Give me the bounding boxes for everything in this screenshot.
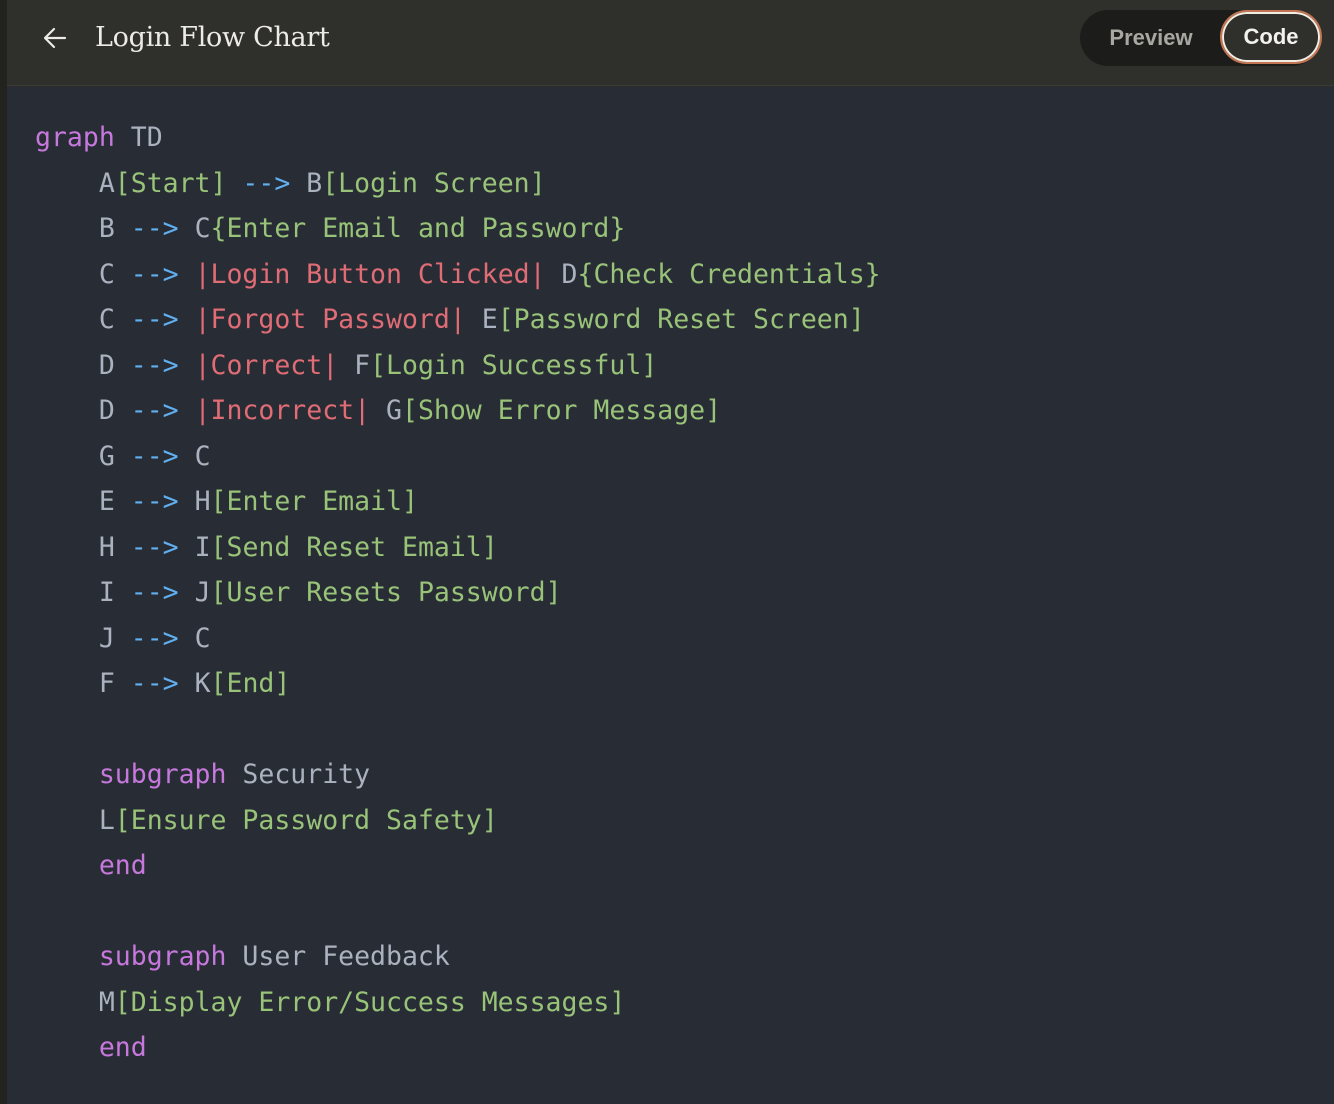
code-token-arrow: -->	[114, 440, 195, 472]
app-window: Login Flow Chart Preview Code graph TD A…	[0, 0, 1334, 1104]
code-token-arrow: -->	[114, 668, 195, 699]
window-edge	[0, 0, 7, 1104]
code-token-id: F	[338, 349, 371, 381]
code-token-arrow: -->	[114, 304, 195, 335]
code-token-id: E	[35, 486, 115, 517]
code-token-arrow: -->	[114, 395, 195, 426]
code-token-id: D	[35, 349, 115, 381]
code-line: H --> I[Send Reset Email]	[35, 525, 881, 571]
code-line: D --> |Correct| F[Login Successful]	[35, 343, 881, 389]
code-token-arrow: -->	[114, 349, 195, 381]
code-token-edge: |Login Button Clicked|	[194, 258, 546, 290]
code-block: graph TD A[Start] --> B[Login Screen] B …	[35, 115, 881, 1071]
code-token-kw: subgraph	[98, 759, 227, 790]
code-token-plain: TD	[114, 122, 163, 153]
code-token-id: H	[194, 486, 211, 517]
code-token-id: C	[194, 440, 211, 472]
page-title: Login Flow Chart	[95, 22, 330, 53]
code-line: C --> |Forgot Password| E[Password Reset…	[35, 297, 881, 343]
code-line: I --> J[User Resets Password]	[35, 570, 881, 616]
code-token-arrow: -->	[114, 577, 195, 608]
code-line: G --> C	[35, 434, 881, 480]
code-token-edge: |Incorrect|	[194, 395, 371, 426]
code-token-id: D	[35, 395, 115, 426]
code-line: subgraph Security	[35, 752, 881, 798]
code-token-edge: |Forgot Password|	[194, 304, 466, 335]
code-token-node: [Password Reset Screen]	[497, 304, 865, 335]
code-token-id: C	[35, 258, 115, 290]
code-token-kw: subgraph	[98, 941, 227, 972]
code-token-arrow: -->	[114, 258, 195, 290]
code-token-id: J	[35, 622, 115, 654]
code-token-id: C	[194, 622, 211, 654]
code-token-arrow: -->	[114, 622, 195, 654]
code-token-node: [Start]	[114, 167, 227, 199]
code-token-edge: |Correct|	[194, 349, 339, 381]
code-token-kw: graph	[35, 122, 115, 153]
code-token-plain: User Feedback	[226, 941, 450, 972]
code-token-id: G	[370, 395, 402, 426]
code-line: end	[35, 1025, 881, 1071]
code-token-node: {Enter Email and Password}	[210, 213, 626, 244]
code-line: D --> |Incorrect| G[Show Error Message]	[35, 388, 881, 434]
code-token-arrow: -->	[114, 213, 195, 244]
code-token-id: F	[35, 668, 115, 699]
code-token-kw: end	[98, 850, 147, 881]
code-line: F --> K[End]	[35, 661, 881, 707]
code-token-id: J	[194, 577, 211, 608]
back-button[interactable]	[37, 20, 73, 56]
code-token-node: [Display Error/Success Messages]	[114, 986, 626, 1018]
code-token-node: [Ensure Password Safety]	[114, 804, 498, 836]
code-line: J --> C	[35, 616, 881, 662]
code-line: M[Display Error/Success Messages]	[35, 980, 881, 1026]
code-token-id: K	[194, 668, 211, 699]
arrow-left-icon	[43, 27, 67, 49]
code-token-node: {Check Credentials}	[577, 258, 881, 290]
code-token-id: I	[194, 531, 211, 563]
code-token-node: [User Resets Password]	[210, 577, 562, 608]
code-line: E --> H[Enter Email]	[35, 479, 881, 525]
code-token-id: C	[194, 213, 211, 244]
code-line: B --> C{Enter Email and Password}	[35, 206, 881, 252]
code-line: C --> |Login Button Clicked| D{Check Cre…	[35, 252, 881, 298]
code-token-id: G	[35, 440, 115, 472]
code-token-kw: end	[98, 1032, 147, 1063]
code-token-arrow: -->	[114, 486, 195, 517]
code-token-id: B	[306, 167, 323, 199]
code-token-id: E	[465, 304, 498, 335]
code-line: graph TD	[35, 115, 881, 161]
code-token-node: [Login Screen]	[322, 167, 546, 199]
code-token-plain: Security	[226, 759, 371, 790]
code-token-node: [Enter Email]	[210, 486, 418, 517]
code-token-node: [End]	[210, 668, 291, 699]
view-toggle: Preview Code	[1080, 10, 1322, 66]
code-token-id: A	[35, 167, 115, 199]
code-token-node: [Send Reset Email]	[210, 531, 498, 563]
code-token-id: H	[35, 531, 115, 563]
code-line: end	[35, 843, 881, 889]
code-line: A[Start] --> B[Login Screen]	[35, 161, 881, 207]
code-line: subgraph User Feedback	[35, 934, 881, 980]
preview-tab[interactable]: Preview	[1086, 14, 1216, 62]
header-bar: Login Flow Chart Preview Code	[7, 0, 1334, 86]
code-token-arrow: -->	[226, 167, 307, 199]
code-token-id: I	[35, 577, 115, 608]
code-token-id: B	[35, 213, 115, 244]
code-line: L[Ensure Password Safety]	[35, 798, 881, 844]
code-tab[interactable]: Code	[1220, 10, 1322, 64]
code-token-id: L	[35, 804, 115, 836]
code-token-node: [Show Error Message]	[401, 395, 722, 426]
code-token-id: D	[545, 258, 578, 290]
code-token-arrow: -->	[114, 531, 195, 563]
code-token-id: C	[35, 304, 115, 335]
code-token-node: [Login Successful]	[370, 349, 658, 381]
code-token-id: M	[35, 986, 115, 1018]
code-viewer[interactable]: graph TD A[Start] --> B[Login Screen] B …	[7, 87, 1334, 1104]
